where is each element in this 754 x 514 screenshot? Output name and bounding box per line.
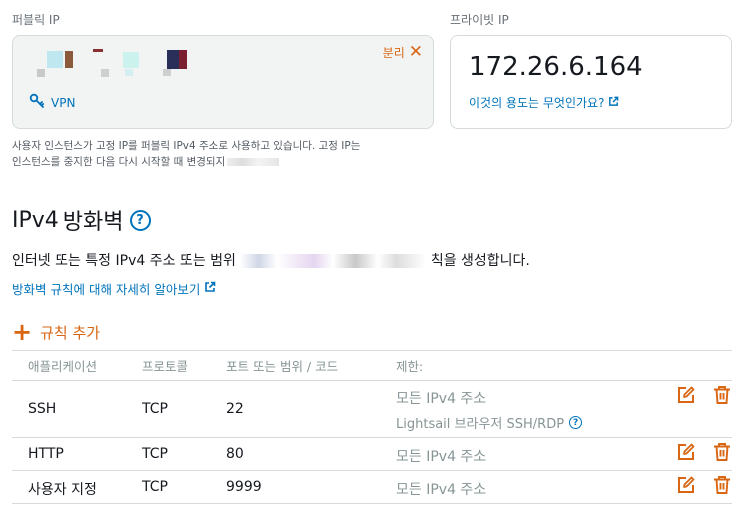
cell-restriction: 모든 IPv4 주소 [396, 482, 487, 498]
cell-port: 22 [226, 401, 244, 417]
firewall-title-prefix: IPv4 [12, 207, 59, 233]
column-header-port: 포트 또는 범위 / 코드 [226, 359, 339, 374]
firewall-title-main: 방화벽 [62, 210, 124, 235]
learn-more-link[interactable]: 방화벽 규칙에 대해 자세히 알아보기 [12, 279, 216, 298]
vpn-label: VPN [51, 95, 76, 110]
column-header-application: 애플리케이션 [28, 359, 98, 374]
close-icon: ✕ [408, 42, 423, 62]
private-ip-label: 프라이빗 IP [450, 13, 509, 27]
note-line-1: 사용자 인스턴스가 고정 IP를 퍼블릭 IPv4 주소로 사용하고 있습니다.… [12, 140, 361, 152]
firewall-heading: IPv4 방화벽 ? [12, 204, 151, 236]
trash-icon[interactable] [712, 475, 732, 495]
table-header-divider [12, 380, 732, 381]
row-divider [12, 470, 732, 471]
cell-restriction-sub: Lightsail 브라우저 SSH/RDP ? [396, 413, 583, 432]
public-ip-label: 퍼블릭 IP [12, 13, 60, 27]
external-link-icon [204, 281, 216, 296]
add-rule-label: 규칙 추가 [40, 323, 101, 342]
cell-protocol: TCP [142, 479, 168, 495]
detach-label: 분리 [382, 46, 405, 60]
note-redacted [227, 158, 280, 166]
cell-port: 80 [226, 446, 244, 462]
trash-icon[interactable] [712, 385, 732, 405]
edit-icon[interactable] [676, 475, 696, 495]
column-header-protocol: 프로토콜 [142, 359, 189, 374]
cell-restriction: 모든 IPv4 주소 [396, 391, 487, 407]
learn-more-label: 방화벽 규칙에 대해 자세히 알아보기 [12, 282, 201, 297]
static-ip-note: 사용자 인스턴스가 고정 IP를 퍼블릭 IPv4 주소로 사용하고 있습니다.… [12, 138, 442, 170]
restriction-sub-label: Lightsail 브라우저 SSH/RDP [396, 417, 565, 432]
row-divider [12, 437, 732, 438]
firewall-desc-end: 칙을 생성합니다. [430, 253, 530, 269]
private-ip-card: 172.26.6.164 이것의 용도는 무엇인가요? [450, 35, 732, 129]
cell-application: HTTP [28, 446, 64, 462]
cell-application: 사용자 지정 [28, 482, 97, 498]
note-line-2: 인스턴스를 중지한 다음 다시 시작할 때 변경되지 [12, 156, 226, 168]
external-link-icon [608, 96, 619, 110]
cell-protocol: TCP [142, 401, 168, 417]
vpn-key-icon [29, 93, 45, 112]
add-rule-button[interactable]: + 규칙 추가 [12, 320, 100, 344]
help-icon[interactable]: ? [129, 209, 151, 231]
public-ip-card: 분리 ✕ VPN [12, 35, 434, 129]
help-icon[interactable]: ? [569, 416, 583, 429]
cell-protocol: TCP [142, 446, 168, 462]
plus-icon: + [12, 318, 33, 346]
vpn-link[interactable]: VPN [29, 93, 75, 112]
cell-restriction: 모든 IPv4 주소 [396, 449, 487, 465]
edit-icon[interactable] [676, 385, 696, 405]
detach-button[interactable]: 분리 ✕ [383, 44, 423, 61]
column-header-restriction: 제한: [396, 359, 424, 374]
firewall-desc-redacted [240, 254, 427, 268]
cell-port: 9999 [226, 479, 262, 495]
table-bottom-divider [12, 503, 732, 504]
cell-application: SSH [28, 401, 57, 417]
what-is-this-label: 이것의 용도는 무엇인가요? [469, 96, 605, 110]
firewall-description: 인터넷 또는 특정 IPv4 주소 또는 범위 칙을 생성합니다. [12, 250, 530, 270]
edit-icon[interactable] [676, 442, 696, 462]
table-top-divider [12, 350, 732, 351]
private-ip-value: 172.26.6.164 [469, 52, 643, 82]
what-is-this-link[interactable]: 이것의 용도는 무엇인가요? [469, 94, 619, 111]
trash-icon[interactable] [712, 442, 732, 462]
firewall-desc-start: 인터넷 또는 특정 IPv4 주소 또는 범위 [12, 253, 236, 269]
